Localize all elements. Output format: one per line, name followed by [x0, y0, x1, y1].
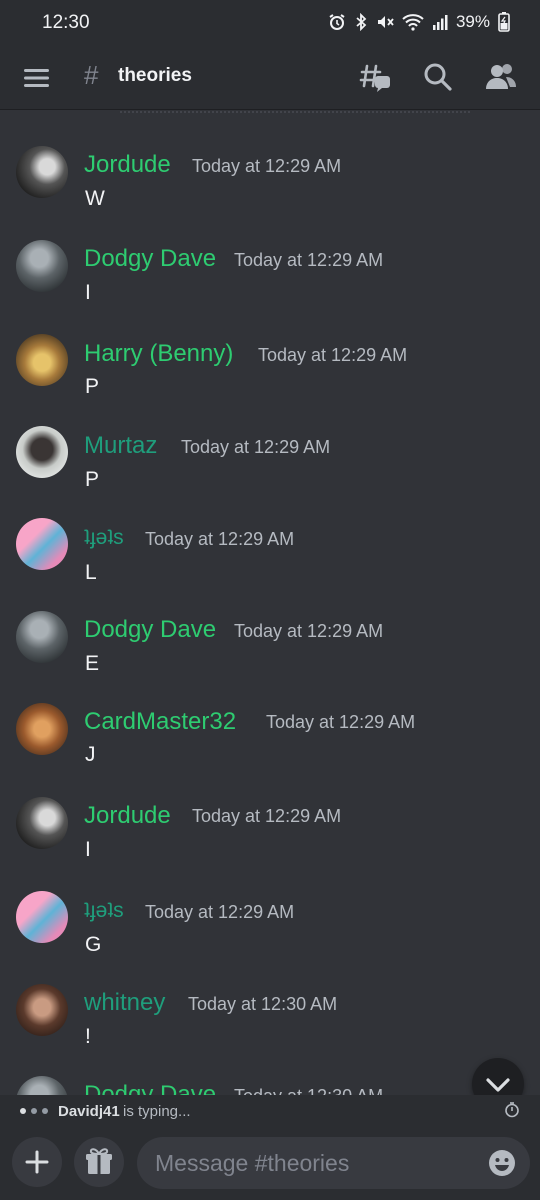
channel-header: # theories [0, 46, 540, 110]
message-item[interactable]: ʇɟǝʇs Today at 12:29 AM G [0, 891, 540, 981]
wifi-icon [402, 14, 424, 31]
avatar[interactable] [16, 334, 68, 386]
menu-icon[interactable] [22, 64, 52, 92]
typing-indicator: Davidj41 is typing... [0, 1095, 540, 1127]
avatar[interactable] [16, 611, 68, 663]
message-item[interactable]: whitney Today at 12:30 AM ! [0, 983, 540, 1073]
gift-icon [86, 1148, 112, 1174]
message-author[interactable]: CardMaster32 [84, 708, 236, 736]
avatar[interactable] [16, 984, 68, 1036]
message-item[interactable]: ʇɟǝʇs Today at 12:29 AM L [0, 518, 540, 608]
message-item[interactable]: Jordude Today at 12:29 AM I [0, 797, 540, 887]
typing-text: is typing... [123, 1103, 191, 1120]
emoji-icon[interactable] [486, 1147, 518, 1179]
members-icon[interactable] [484, 60, 518, 94]
message-text: I [85, 838, 91, 861]
message-text: G [85, 933, 102, 956]
message-timestamp: Today at 12:30 AM [234, 1086, 383, 1095]
mute-icon [377, 16, 394, 28]
message-text: L [85, 561, 97, 584]
signal-icon [432, 15, 448, 30]
divider [120, 111, 470, 115]
threads-icon[interactable] [358, 60, 392, 94]
battery-percent: 39% [455, 12, 490, 31]
bluetooth-icon [356, 13, 367, 31]
message-author[interactable]: ʇɟǝʇs [84, 899, 124, 923]
message-timestamp: Today at 12:29 AM [145, 529, 295, 549]
slowmode-icon[interactable] [504, 1102, 520, 1118]
message-author[interactable]: Dodgy Dave [84, 245, 216, 273]
avatar[interactable] [16, 703, 68, 755]
message-timestamp: Today at 12:29 AM [234, 250, 384, 270]
message-timestamp: Today at 12:29 AM [145, 902, 295, 922]
message-author[interactable]: Murtaz [84, 432, 157, 460]
plus-icon [25, 1150, 49, 1174]
message-author[interactable]: Dodgy Dave [84, 1081, 216, 1095]
battery-icon [498, 12, 510, 32]
message-timestamp: Today at 12:29 AM [234, 621, 384, 641]
message-item[interactable]: Murtaz Today at 12:29 AM P [0, 426, 540, 516]
status-bar: 12:30 39% [0, 0, 540, 46]
clock: 12:30 [42, 12, 90, 33]
message-author[interactable]: whitney [84, 989, 165, 1017]
message-text: ! [85, 1025, 91, 1048]
message-composer: Message #theories [0, 1127, 540, 1200]
message-timestamp: Today at 12:30 AM [188, 994, 338, 1014]
message-author[interactable]: Harry (Benny) [84, 340, 233, 368]
avatar[interactable] [16, 426, 68, 478]
message-text: P [85, 468, 100, 491]
message-text: E [85, 652, 100, 675]
search-icon[interactable] [421, 60, 455, 94]
avatar[interactable] [16, 146, 68, 198]
avatar[interactable] [16, 1076, 68, 1095]
typing-dots [20, 1108, 48, 1114]
message-timestamp: Today at 12:29 AM [258, 345, 408, 365]
message-author[interactable]: Dodgy Dave [84, 616, 216, 644]
avatar[interactable] [16, 518, 68, 570]
alarm-icon [329, 14, 345, 30]
message-author[interactable]: Jordude [84, 802, 171, 830]
avatar[interactable] [16, 797, 68, 849]
message-input[interactable]: Message #theories [137, 1137, 530, 1189]
message-item[interactable]: Dodgy Dave Today at 12:30 AM [0, 1075, 540, 1095]
message-item[interactable]: Harry (Benny) Today at 12:29 AM P [0, 334, 540, 424]
message-author[interactable]: Jordude [84, 151, 171, 179]
avatar[interactable] [16, 240, 68, 292]
gift-button[interactable] [74, 1137, 124, 1187]
message-item[interactable]: CardMaster32 Today at 12:29 AM J [0, 703, 540, 793]
message-input-placeholder: Message #theories [155, 1150, 350, 1176]
message-text: J [85, 743, 96, 766]
avatar[interactable] [16, 891, 68, 943]
message-author[interactable]: ʇɟǝʇs [84, 526, 124, 550]
typing-user: Davidj41 [58, 1103, 120, 1120]
message-item[interactable]: Dodgy Dave Today at 12:29 AM I [0, 239, 540, 329]
message-timestamp: Today at 12:29 AM [181, 437, 331, 457]
add-attachment-button[interactable] [12, 1137, 62, 1187]
message-item[interactable]: Dodgy Dave Today at 12:29 AM E [0, 610, 540, 700]
message-text: W [85, 187, 105, 210]
channel-hash-icon: # [84, 60, 99, 90]
message-timestamp: Today at 12:29 AM [192, 806, 342, 826]
message-timestamp: Today at 12:29 AM [266, 712, 416, 732]
message-item[interactable]: Jordude Today at 12:29 AM W [0, 145, 540, 235]
message-text: P [85, 375, 100, 398]
message-timestamp: Today at 12:29 AM [192, 156, 342, 176]
channel-name[interactable]: theories [118, 65, 192, 87]
message-list[interactable]: Jordude Today at 12:29 AM W Dodgy Dave T… [0, 111, 540, 1095]
message-text: I [85, 281, 91, 304]
system-icons: 39% [328, 12, 510, 32]
